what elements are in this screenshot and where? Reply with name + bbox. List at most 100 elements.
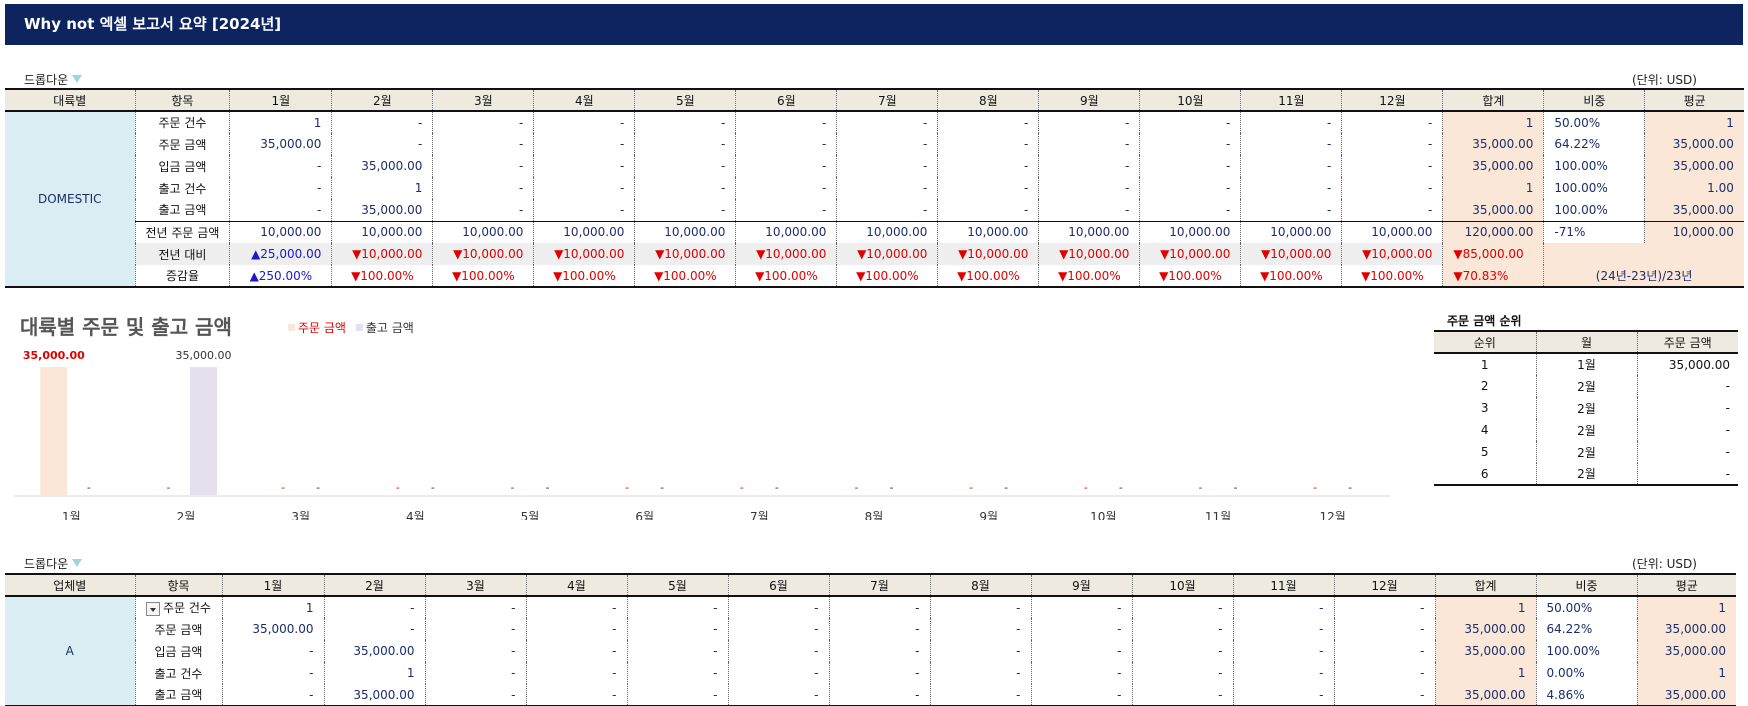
share-value: 100.00%: [1543, 177, 1645, 199]
month-value: 35,000.00: [221, 618, 324, 640]
order-data-label: -: [167, 481, 171, 494]
month-value: 10,000.00: [229, 220, 332, 243]
month-value: -: [836, 111, 938, 133]
month-value: -: [221, 662, 324, 684]
share-value: -71%: [1543, 220, 1645, 243]
item-label-text: 주문 금액: [154, 622, 203, 637]
month-value: -: [1030, 596, 1132, 618]
item-label: 입금 금액: [134, 155, 230, 177]
rank-row: 6 2월 -: [1434, 463, 1738, 486]
month-value: 1: [229, 111, 332, 133]
rank-row: 1 1월 35,000.00: [1434, 353, 1738, 375]
rank-amount: -: [1636, 463, 1738, 486]
rank-number: 3: [1480, 401, 1489, 415]
avg-value: 35,000.00: [1636, 684, 1736, 706]
total-value: 1: [1442, 111, 1544, 133]
item-label-text: 주문 금액: [158, 137, 207, 152]
chart-title: 대륙별 주문 및 출고 금액: [20, 315, 232, 339]
unit-label: (단위: USD): [1632, 557, 1697, 571]
rank-month: 2월: [1535, 419, 1637, 441]
rank-amount: -: [1636, 397, 1738, 419]
month-value: -: [626, 596, 728, 618]
order-data-label: -: [740, 481, 744, 494]
month-value: 10,000.00: [836, 220, 938, 243]
month-value: ▼10,000.00: [533, 243, 635, 265]
ship-data-label: -: [431, 481, 435, 494]
share-value: 100.00%: [1543, 199, 1645, 221]
avg-value: 35,000.00: [1644, 133, 1744, 155]
month-value: -: [828, 618, 930, 640]
dropdown-company[interactable]: 드롭다운: [24, 555, 83, 572]
month-value: -: [525, 640, 627, 662]
month-value: -: [229, 155, 332, 177]
ship-data-label: -: [775, 481, 779, 494]
rank-header: 주문 금액: [1636, 330, 1738, 354]
rank-row: 4 2월 -: [1434, 419, 1738, 441]
month-header: 2월: [323, 573, 425, 597]
dropdown-arrow-icon[interactable]: [72, 559, 83, 567]
month-value: -: [929, 662, 1031, 684]
month-header: 3월: [424, 573, 526, 597]
month-value: -: [828, 596, 930, 618]
ship-data-label: -: [660, 481, 664, 494]
month-value: -: [221, 640, 324, 662]
rank-amount: -: [1636, 375, 1738, 397]
month-value: -: [1341, 111, 1443, 133]
x-tick-label: 1월: [62, 510, 81, 520]
item-label-text: 출고 금액: [158, 203, 207, 218]
month-header: 7월: [828, 573, 930, 597]
month-value: -: [1240, 133, 1342, 155]
item-label: 전년 주문 금액: [134, 220, 230, 243]
avg-value: 35,000.00: [1644, 199, 1744, 221]
month-header: 9월: [1030, 573, 1132, 597]
month-value: -: [1139, 177, 1241, 199]
dropdown-label: 드롭다운: [24, 557, 69, 571]
avg-value: 35,000.00: [1636, 640, 1736, 662]
share-header: 비중: [1535, 573, 1637, 597]
avg-value: 10,000.00: [1644, 220, 1744, 243]
month-value: -: [323, 618, 425, 640]
rank-row: 5 2월 -: [1434, 441, 1738, 463]
item-label-text: 주문 건수: [158, 116, 207, 130]
order-bar: [40, 367, 68, 495]
month-value: -: [1139, 111, 1241, 133]
table-row: A 주문 건수 1- - - - - - - - - - -1 50.00% 1: [5, 596, 1736, 706]
rank-amount: -: [1636, 419, 1738, 441]
filter-dropdown-icon[interactable]: [146, 601, 160, 616]
rank-number: 2: [1480, 379, 1489, 393]
month-value: -: [727, 596, 829, 618]
month-value: -: [533, 177, 635, 199]
rank-number: 6: [1434, 463, 1536, 486]
item-label: 주문 건수: [134, 111, 230, 133]
ship-data-label: -: [1119, 481, 1123, 494]
order-data-label: -: [855, 481, 859, 494]
ship-bar: [190, 367, 217, 495]
month-value: -: [634, 133, 736, 155]
month-value: ▼100.00%: [432, 265, 534, 288]
table-row: 입금 금액 -35,000.00- - - - - - - - - -35,000.00 100.00…: [5, 155, 1744, 177]
dropdown-continent[interactable]: 드롭다운: [24, 71, 83, 88]
total-value: 35,000.00: [1434, 618, 1536, 640]
item-label: 출고 건수: [134, 177, 230, 199]
month-header: 12월: [1341, 88, 1443, 112]
legend-order-swatch: [288, 324, 295, 331]
month-value: 10,000.00: [735, 220, 837, 243]
month-value: -: [432, 133, 534, 155]
month-value: ▼100.00%: [1341, 265, 1443, 288]
total-value: 1: [1442, 177, 1544, 199]
month-value: -: [1131, 596, 1233, 618]
x-tick-label: 9월: [979, 510, 998, 520]
month-header: 10월: [1139, 88, 1241, 112]
share-value: 64.22%: [1543, 133, 1645, 155]
month-value: -: [1232, 596, 1334, 618]
dropdown-arrow-icon[interactable]: [72, 75, 83, 83]
total-value: 35,000.00: [1434, 684, 1536, 706]
month-value: -: [533, 155, 635, 177]
share-value: 50.00%: [1535, 596, 1637, 618]
month-value: -: [735, 111, 837, 133]
report-title-bar: Why not 엑셀 보고서 요약 [2024년]: [5, 4, 1743, 45]
month-header: 8월: [937, 88, 1039, 112]
group-header: 대륙별: [5, 88, 135, 112]
month-value: -: [1240, 177, 1342, 199]
share-value: 64.22%: [1535, 618, 1637, 640]
